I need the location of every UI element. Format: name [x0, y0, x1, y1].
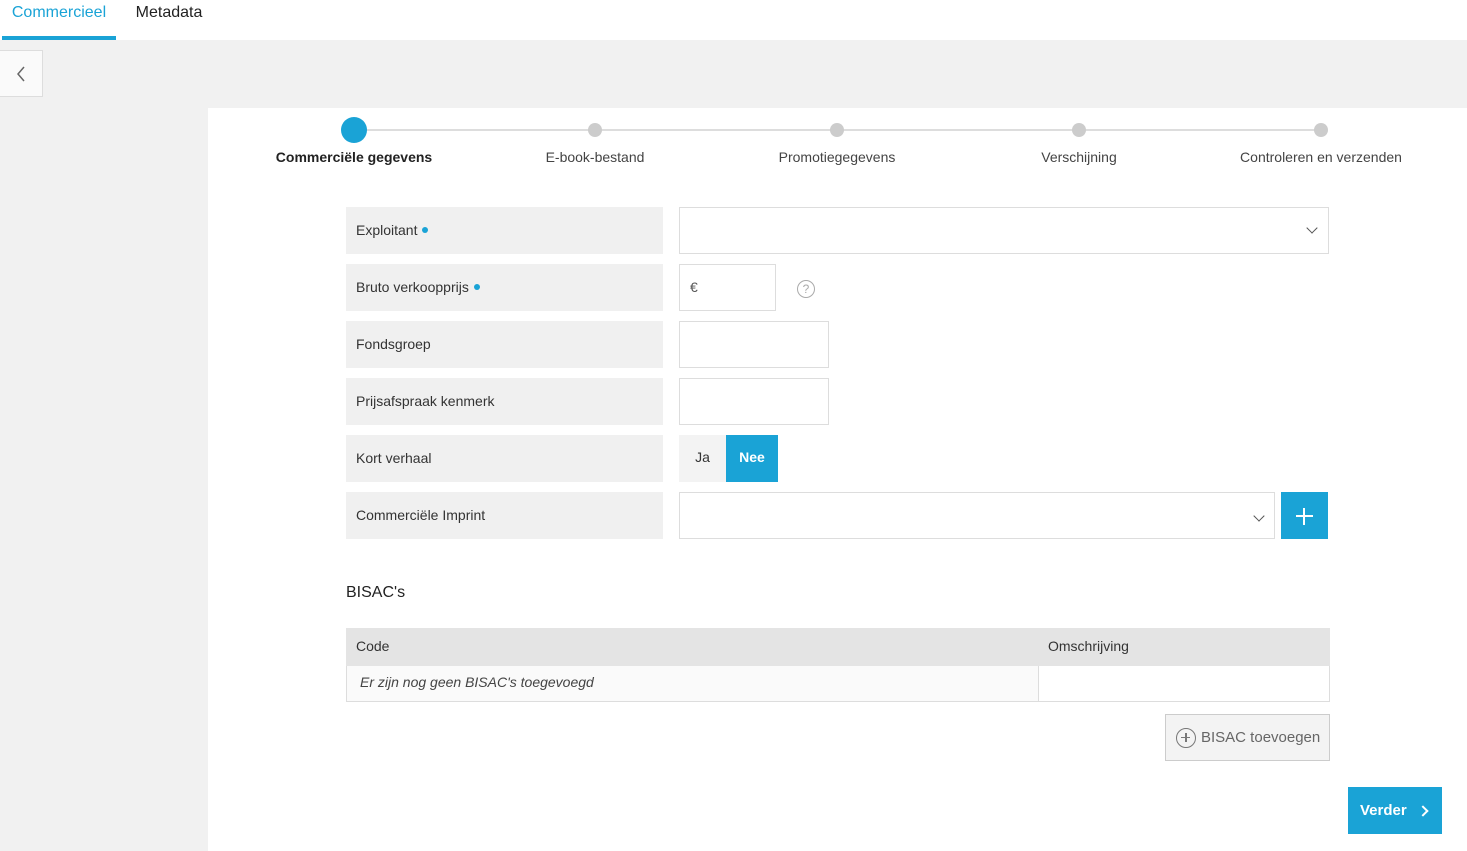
tab-commercieel[interactable]: Commercieel: [2, 0, 116, 40]
fondsgroep-label-text: Fondsgroep: [356, 336, 431, 352]
step-dot-4[interactable]: [1072, 123, 1086, 137]
tab-commercieel-label: Commercieel: [11, 4, 107, 21]
bruto-verkoopprijs-input[interactable]: €: [679, 264, 776, 311]
next-button[interactable]: Verder: [1348, 787, 1442, 834]
commerciele-imprint-label-text: Commerciële Imprint: [356, 507, 486, 523]
step-dot-5[interactable]: [1314, 123, 1328, 137]
commerciele-imprint-label: Commerciële Imprint: [346, 492, 663, 539]
step-label-ebook-bestand[interactable]: E-book-bestand: [546, 149, 645, 165]
commerciele-imprint-select[interactable]: [679, 492, 1275, 539]
chevron-down-icon: [1253, 510, 1265, 522]
step-label-controleren[interactable]: Controleren en verzenden: [1240, 149, 1402, 165]
top-tab-bar: Commercieel Metadata: [0, 0, 1467, 40]
column-header-code: Code: [356, 638, 390, 654]
required-indicator: [473, 284, 480, 290]
prijsafspraak-kenmerk-input[interactable]: [679, 378, 829, 425]
exploitant-select[interactable]: [679, 207, 1329, 254]
step-label-promotiegegevens[interactable]: Promotiegegevens: [779, 149, 896, 165]
chevron-left-icon: [17, 66, 25, 81]
add-imprint-button[interactable]: [1281, 492, 1328, 539]
step-label-commerciele-gegevens[interactable]: Commerciële gegevens: [276, 149, 432, 165]
add-bisac-button[interactable]: BISAC toevoegen: [1165, 714, 1330, 761]
prijsafspraak-kenmerk-label: Prijsafspraak kenmerk: [346, 378, 663, 425]
exploitant-label-text: Exploitant: [356, 222, 418, 238]
kort-verhaal-label: Kort verhaal: [346, 435, 663, 482]
step-dot-3[interactable]: [830, 123, 844, 137]
bisac-table: Code Omschrijving Er zijn nog geen BISAC…: [346, 628, 1330, 702]
fondsgroep-label: Fondsgroep: [346, 321, 663, 368]
tab-metadata-label: Metadata: [135, 4, 203, 21]
kort-verhaal-nee-button[interactable]: Nee: [726, 435, 778, 482]
kort-verhaal-ja-button[interactable]: Ja: [679, 435, 726, 482]
bisac-table-body: Er zijn nog geen BISAC's toegevoegd: [346, 666, 1330, 702]
kort-verhaal-label-text: Kort verhaal: [356, 450, 432, 466]
exploitant-label: Exploitant: [346, 207, 663, 254]
prijsafspraak-kenmerk-label-text: Prijsafspraak kenmerk: [356, 393, 495, 409]
step-dot-1[interactable]: [341, 117, 367, 143]
empty-table-message: Er zijn nog geen BISAC's toegevoegd: [347, 666, 1039, 701]
step-dot-2[interactable]: [588, 123, 602, 137]
bruto-verkoopprijs-label-text: Bruto verkoopprijs: [356, 279, 469, 295]
back-button[interactable]: [0, 50, 43, 97]
chevron-down-icon: [1306, 222, 1318, 234]
chevron-right-icon: [1417, 804, 1429, 817]
euro-sign: €: [690, 279, 698, 295]
column-header-omschrijving: Omschrijving: [1048, 638, 1129, 654]
bruto-verkoopprijs-label: Bruto verkoopprijs: [346, 264, 663, 311]
tab-metadata[interactable]: Metadata: [126, 0, 212, 40]
bisac-table-header: Code Omschrijving: [346, 628, 1330, 666]
plus-icon-vertical: [1303, 508, 1305, 525]
plus-circle-icon: [1176, 727, 1196, 748]
bisac-section-title: BISAC's: [346, 584, 406, 601]
help-icon[interactable]: ?: [797, 280, 815, 298]
add-bisac-label: BISAC toevoegen: [1201, 729, 1321, 746]
next-button-label: Verder: [1360, 802, 1407, 819]
step-label-verschijning[interactable]: Verschijning: [1041, 149, 1117, 165]
fondsgroep-input[interactable]: [679, 321, 829, 368]
required-indicator: [422, 227, 429, 233]
